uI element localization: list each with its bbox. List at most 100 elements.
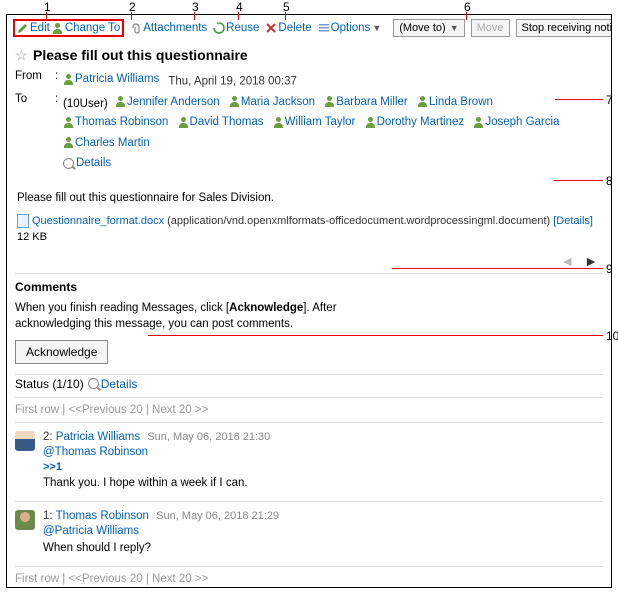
change-to-label: Change To bbox=[65, 22, 120, 34]
annot-7: 7 bbox=[606, 93, 613, 107]
list-icon bbox=[318, 22, 330, 34]
to-user[interactable]: Jennifer Anderson bbox=[115, 93, 220, 111]
comment-time: Sun, May 06, 2018 21:30 bbox=[147, 431, 270, 443]
to-user[interactable]: Charles Martin bbox=[63, 134, 150, 152]
to-user[interactable]: Dorothy Martinez bbox=[365, 113, 465, 131]
user-icon bbox=[324, 96, 335, 107]
to-user[interactable]: Linda Brown bbox=[417, 93, 493, 111]
magnifier-icon bbox=[88, 378, 99, 389]
annot-2: 2 bbox=[129, 0, 136, 14]
acknowledge-button[interactable]: Acknowledge bbox=[15, 340, 108, 364]
reuse-label: Reuse bbox=[226, 22, 259, 34]
pager-prev[interactable]: <<Previous 20 bbox=[68, 573, 142, 585]
annot-line bbox=[554, 180, 603, 181]
edit-button[interactable]: Edit bbox=[17, 22, 50, 34]
edit-label: Edit bbox=[30, 22, 50, 34]
to-label: To bbox=[15, 93, 55, 105]
annot-line bbox=[555, 99, 603, 100]
from-user[interactable]: Patricia Williams bbox=[63, 70, 159, 88]
avatar bbox=[15, 510, 35, 530]
delete-button[interactable]: Delete bbox=[265, 22, 311, 34]
attachment-name[interactable]: Questionnaire_format.docx bbox=[32, 215, 164, 227]
pencil-icon bbox=[17, 22, 29, 34]
pager-prev[interactable]: <<Previous 20 bbox=[68, 404, 142, 416]
comment-author[interactable]: Patricia Williams bbox=[56, 431, 140, 443]
change-to-button[interactable]: Change To bbox=[52, 22, 120, 34]
to-user[interactable]: William Taylor bbox=[273, 113, 356, 131]
user-icon bbox=[63, 137, 74, 148]
annot-line bbox=[392, 268, 603, 269]
comment-time: Sun, May 06, 2018 21:29 bbox=[156, 510, 279, 522]
attachment-row: Questionnaire_format.docx (application/v… bbox=[17, 214, 601, 243]
comment-item: 1: Thomas Robinson Sun, May 06, 2018 21:… bbox=[7, 502, 611, 566]
reuse-button[interactable]: Reuse bbox=[213, 22, 259, 34]
recipients-details[interactable]: Details bbox=[63, 154, 111, 172]
body-text: Please fill out this questionnaire for S… bbox=[17, 192, 601, 204]
ack-instructions: When you finish reading Messages, click … bbox=[7, 298, 407, 340]
status-details[interactable]: Details bbox=[88, 377, 138, 391]
annot-line bbox=[148, 335, 603, 336]
pager-next[interactable]: Next 20 >> bbox=[152, 404, 208, 416]
to-user[interactable]: David Thomas bbox=[178, 113, 264, 131]
pager-first[interactable]: First row bbox=[15, 573, 59, 585]
attachment-type: (application/vnd.openxmlformats-officedo… bbox=[167, 215, 550, 227]
to-user[interactable]: Joseph Garcia bbox=[473, 113, 559, 131]
body-prev[interactable]: ◄ bbox=[557, 253, 577, 269]
comment-author[interactable]: Thomas Robinson bbox=[56, 510, 149, 522]
edit-group-highlight: Edit Change To bbox=[13, 19, 124, 37]
pager-next[interactable]: Next 20 >> bbox=[152, 573, 208, 585]
message-view: Edit Change To Attachments Reuse Delete … bbox=[6, 14, 612, 588]
attachment-size: 12 KB bbox=[17, 231, 47, 243]
comment-body: Thank you. I hope within a week if I can… bbox=[43, 475, 603, 491]
to-user[interactable]: Thomas Robinson bbox=[63, 113, 168, 131]
comment-mention[interactable]: @Patricia Williams bbox=[43, 525, 603, 537]
user-icon bbox=[229, 96, 240, 107]
avatar bbox=[15, 431, 35, 451]
to-user[interactable]: Maria Jackson bbox=[229, 93, 315, 111]
comments-pager-top: First row | <<Previous 20 | Next 20 >> bbox=[7, 398, 611, 422]
message-title-row: ☆ Please fill out this questionnaire bbox=[7, 43, 611, 67]
body-next[interactable]: ► bbox=[581, 253, 601, 269]
magnifier-icon bbox=[63, 158, 74, 169]
message-title: Please fill out this questionnaire bbox=[33, 47, 248, 63]
annot-1: 1 bbox=[44, 0, 51, 14]
x-icon bbox=[265, 22, 277, 34]
star-icon[interactable]: ☆ bbox=[15, 47, 28, 64]
user-icon bbox=[115, 96, 126, 107]
annot-6: 6 bbox=[464, 0, 471, 14]
pager-first[interactable]: First row bbox=[15, 404, 59, 416]
comment-number: 1: bbox=[43, 510, 53, 522]
user-icon bbox=[365, 117, 376, 128]
user-icon bbox=[473, 117, 484, 128]
move-button[interactable]: Move bbox=[471, 19, 510, 37]
from-label: From bbox=[15, 70, 55, 82]
attachment-details[interactable]: [Details] bbox=[553, 215, 593, 227]
status-row: Status (1/10) Details bbox=[7, 375, 611, 397]
comment-number: 2: bbox=[43, 431, 53, 443]
options-button[interactable]: Options▼ bbox=[318, 22, 382, 34]
attachments-button[interactable]: Attachments bbox=[130, 22, 207, 34]
delete-label: Delete bbox=[278, 22, 311, 34]
comment-ref[interactable]: >>1 bbox=[43, 461, 603, 473]
move-to-label: (Move to) bbox=[399, 22, 445, 34]
annot-9: 9 bbox=[606, 262, 613, 276]
stop-notifications-button[interactable]: Stop receiving notifications bbox=[516, 19, 612, 37]
user-icon bbox=[52, 23, 63, 34]
comment-body: When should I reply? bbox=[43, 540, 603, 556]
user-icon bbox=[417, 96, 428, 107]
to-user[interactable]: Barbara Miller bbox=[324, 93, 408, 111]
clip-icon bbox=[130, 22, 142, 34]
annot-3: 3 bbox=[192, 0, 199, 14]
caret-down-icon: ▼ bbox=[372, 23, 381, 33]
comment-mention[interactable]: @Thomas Robinson bbox=[43, 446, 603, 458]
comments-heading: Comments bbox=[7, 274, 611, 298]
move-to-dropdown[interactable]: (Move to) ▼ bbox=[393, 19, 464, 37]
comments-pager-bottom: First row | <<Previous 20 | Next 20 >> bbox=[7, 567, 611, 588]
toolbar: Edit Change To Attachments Reuse Delete … bbox=[7, 15, 611, 43]
user-icon bbox=[178, 117, 189, 128]
user-icon bbox=[63, 117, 74, 128]
to-count: (10User) bbox=[63, 98, 108, 110]
options-label: Options bbox=[331, 22, 371, 34]
user-icon bbox=[63, 74, 74, 85]
annot-8: 8 bbox=[606, 174, 613, 188]
